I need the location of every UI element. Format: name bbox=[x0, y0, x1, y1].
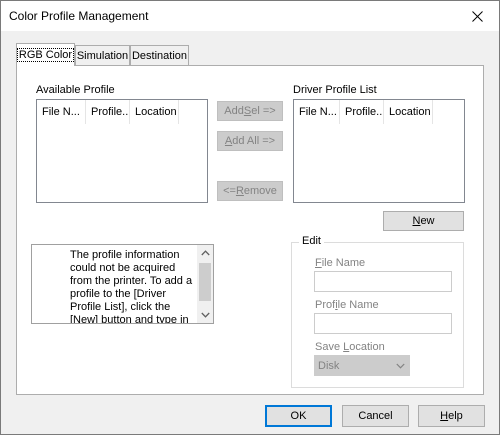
button-text: elp bbox=[448, 410, 463, 422]
list-header: File N... Profile... Location bbox=[37, 100, 207, 124]
column-profile-name[interactable]: Profile... bbox=[86, 100, 130, 124]
tab-destination[interactable]: Destination bbox=[130, 45, 189, 65]
available-profile-label: Available Profile bbox=[36, 84, 115, 96]
column-location[interactable]: Location bbox=[384, 100, 433, 124]
access-key: F bbox=[315, 257, 322, 269]
add-all-button[interactable]: Add All => bbox=[217, 131, 283, 151]
profile-name-field[interactable] bbox=[314, 313, 452, 334]
scroll-thumb[interactable] bbox=[199, 263, 211, 301]
new-button[interactable]: New bbox=[383, 211, 464, 231]
driver-profile-list[interactable]: File N... Profile... Location bbox=[293, 99, 465, 203]
button-text: emove bbox=[243, 185, 277, 197]
chevron-up-icon bbox=[200, 250, 210, 256]
edit-group-title: Edit bbox=[299, 235, 324, 247]
label-text: ile Name bbox=[321, 257, 366, 269]
access-key: A bbox=[224, 135, 233, 147]
column-file-name[interactable]: File N... bbox=[37, 100, 86, 124]
save-location-label: Save Location bbox=[315, 341, 385, 353]
button-text: dd All => bbox=[232, 135, 276, 147]
info-message-text: The profile information could not be acq… bbox=[70, 249, 193, 323]
remove-button[interactable]: <= Remove bbox=[217, 181, 283, 201]
window-title: Color Profile Management bbox=[9, 9, 149, 23]
access-key: S bbox=[243, 105, 252, 117]
access-key: N bbox=[412, 215, 421, 227]
list-header: File N... Profile... Location bbox=[294, 100, 464, 124]
access-key: R bbox=[235, 185, 244, 197]
column-profile-name[interactable]: Profile... bbox=[340, 100, 384, 124]
tab-label: Destination bbox=[131, 49, 188, 62]
column-location[interactable]: Location bbox=[130, 100, 179, 124]
column-file-name[interactable]: File N... bbox=[294, 100, 340, 124]
button-text: <= bbox=[223, 185, 236, 197]
tab-simulation[interactable]: Simulation bbox=[75, 45, 130, 65]
scroll-down-button[interactable] bbox=[197, 307, 213, 323]
profile-name-label: Profile Name bbox=[315, 299, 379, 311]
info-message-box: The profile information could not be acq… bbox=[31, 244, 214, 324]
button-text: OK bbox=[290, 410, 307, 422]
label-text: ocation bbox=[349, 341, 385, 353]
label-text: le Name bbox=[337, 299, 379, 311]
edit-group: Edit File Name Profile Name Save Locatio… bbox=[291, 235, 464, 388]
button-text: Add bbox=[224, 105, 244, 117]
ok-button[interactable]: OK bbox=[265, 405, 332, 427]
color-profile-dialog: Color Profile Management RGB Color Simul… bbox=[0, 0, 500, 435]
save-location-value: Disk bbox=[318, 359, 340, 372]
title-bar: Color Profile Management bbox=[1, 1, 499, 31]
label-text: Prof bbox=[315, 299, 336, 311]
help-button[interactable]: Help bbox=[418, 405, 485, 427]
chevron-down-icon bbox=[396, 363, 405, 369]
add-selected-button[interactable]: Add Sel => bbox=[217, 101, 283, 121]
close-button[interactable] bbox=[455, 1, 499, 31]
label-text: Save bbox=[315, 341, 344, 353]
tab-label: RGB Color bbox=[16, 48, 75, 62]
file-name-label: File Name bbox=[315, 257, 365, 269]
button-text: ew bbox=[420, 215, 435, 227]
save-location-select[interactable]: Disk bbox=[314, 355, 410, 376]
cancel-button[interactable]: Cancel bbox=[342, 405, 409, 427]
tab-rgb-color[interactable]: RGB Color bbox=[16, 43, 75, 66]
tab-label: Simulation bbox=[76, 49, 129, 62]
driver-profile-list-label: Driver Profile List bbox=[293, 84, 377, 96]
scroll-up-button[interactable] bbox=[197, 245, 213, 261]
chevron-down-icon bbox=[200, 312, 210, 318]
button-text: Cancel bbox=[358, 410, 393, 422]
button-text: el => bbox=[251, 105, 276, 117]
available-profile-list[interactable]: File N... Profile... Location bbox=[36, 99, 208, 203]
access-key: H bbox=[440, 410, 449, 422]
file-name-field[interactable] bbox=[314, 271, 452, 292]
close-icon bbox=[471, 10, 483, 22]
vertical-scrollbar[interactable] bbox=[197, 245, 213, 323]
